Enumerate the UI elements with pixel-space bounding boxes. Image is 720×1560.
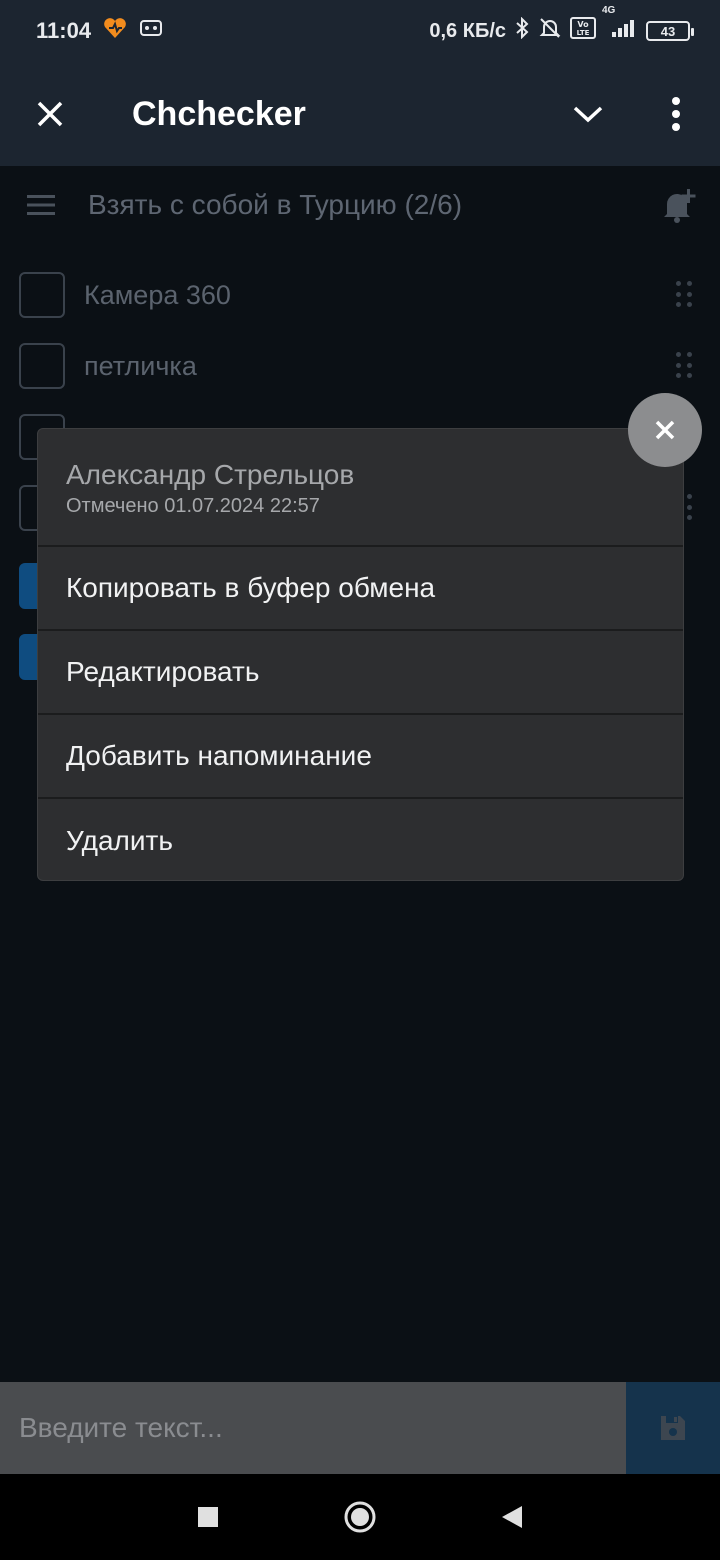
menu-item-add-reminder[interactable]: Добавить напоминание: [38, 715, 683, 799]
network-speed: 0,6 КБ/с: [429, 19, 506, 42]
app-title: Chchecker: [132, 94, 306, 133]
text-input[interactable]: [0, 1382, 626, 1474]
list-header: Взять с собой в Турцию (2/6): [0, 166, 720, 244]
status-left: 11:04: [36, 17, 163, 45]
status-right: 0,6 КБ/с Vo LTE 4G 43: [429, 5, 694, 46]
context-menu: Александр Стрельцов Отмечено 01.07.2024 …: [37, 428, 684, 881]
volte-icon: Vo LTE: [570, 17, 596, 45]
item-checkbox[interactable]: [19, 272, 65, 318]
screen: 11:04 0,6 КБ/с Vo LTE 4G 43 Chchecker Вз…: [0, 0, 720, 1560]
menu-item-edit[interactable]: Редактировать: [38, 631, 683, 715]
list-item[interactable]: петличка: [0, 330, 720, 402]
circle-icon: [344, 1501, 376, 1533]
signal-icon: 4G: [602, 5, 638, 45]
recents-button[interactable]: [186, 1495, 230, 1539]
item-checkbox[interactable]: [19, 343, 65, 389]
item-label: Камера 360: [84, 279, 231, 310]
input-bar: [0, 1382, 720, 1474]
menu-item-copy[interactable]: Копировать в буфер обмена: [38, 547, 683, 631]
bell-plus-icon: [664, 189, 696, 223]
network-type: 4G: [602, 5, 616, 16]
close-button[interactable]: [0, 62, 100, 166]
bell-off-icon: [538, 16, 562, 46]
expand-button[interactable]: [544, 62, 632, 166]
more-button[interactable]: [632, 62, 720, 166]
chevron-down-icon: [573, 106, 603, 123]
back-button[interactable]: [490, 1495, 534, 1539]
menu-close-button[interactable]: [628, 393, 702, 467]
home-button[interactable]: [338, 1495, 382, 1539]
menu-icon[interactable]: [26, 193, 56, 217]
save-button[interactable]: [626, 1382, 720, 1474]
svg-text:LTE: LTE: [577, 29, 590, 37]
menu-author: Александр Стрельцов: [66, 459, 355, 490]
app-actions: [544, 62, 720, 166]
close-icon: [37, 101, 63, 127]
menu-item-delete[interactable]: Удалить: [38, 799, 683, 880]
heart-icon: [103, 17, 127, 45]
status-bar: 11:04 0,6 КБ/с Vo LTE 4G 43: [0, 0, 720, 62]
navigation-bar: [0, 1474, 720, 1560]
square-icon: [198, 1507, 218, 1527]
list-item[interactable]: Камера 360: [0, 259, 720, 331]
drag-handle-icon[interactable]: [676, 352, 692, 380]
close-icon: [655, 420, 675, 440]
save-icon: [661, 1416, 685, 1440]
drag-handle-icon[interactable]: [676, 281, 692, 309]
more-vert-icon: [672, 97, 680, 131]
menu-header: Александр Стрельцов Отмечено 01.07.2024 …: [38, 429, 683, 547]
add-reminder-button[interactable]: [640, 166, 720, 244]
bluetooth-icon: [514, 16, 530, 45]
svg-text:Vo: Vo: [577, 20, 589, 29]
status-time: 11:04: [36, 18, 92, 43]
item-label: петличка: [84, 350, 197, 381]
battery-icon: 43: [646, 21, 694, 41]
triangle-back-icon: [502, 1506, 522, 1528]
list-title: Взять с собой в Турцию (2/6): [88, 189, 463, 220]
app-bar: Chchecker: [0, 62, 720, 166]
vr-icon: [139, 18, 163, 44]
menu-marked-info: Отмечено 01.07.2024 22:57: [66, 495, 320, 517]
